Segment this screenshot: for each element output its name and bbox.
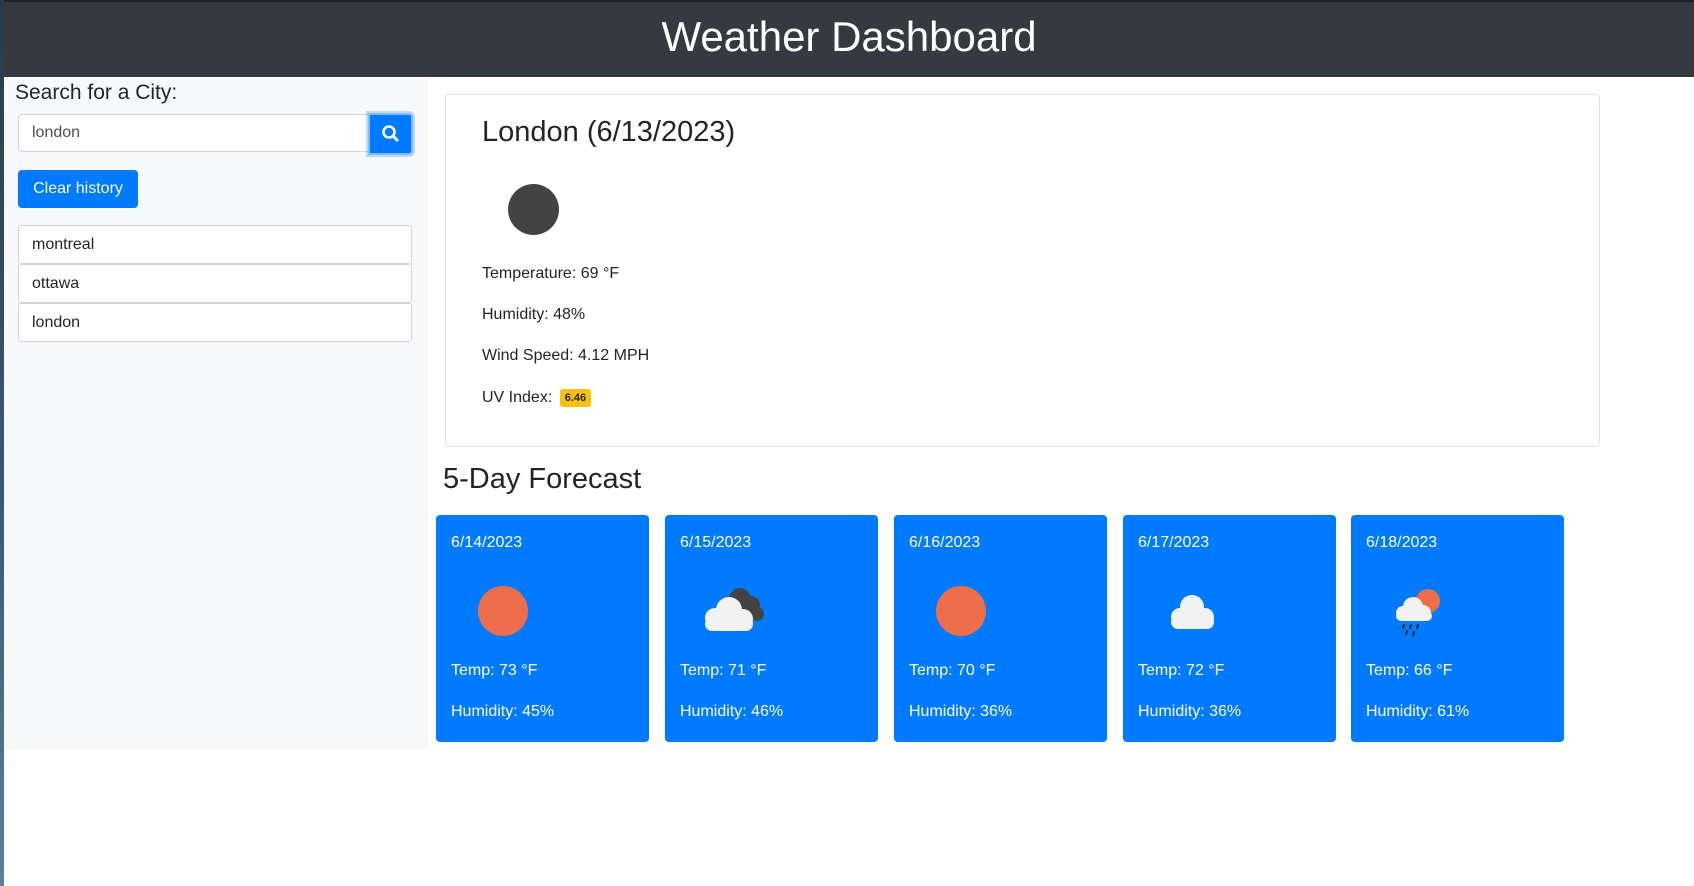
page-title: Weather Dashboard — [4, 12, 1694, 62]
forecast-card: 6/14/2023 Temp: 73 °F Humidity: 45% — [436, 515, 649, 742]
forecast-card: 6/17/2023 Temp: 72 °F Humidity: 36% — [1123, 515, 1336, 742]
forecast-temp: Temp: 71 °F — [680, 661, 766, 681]
history-item[interactable]: london — [18, 303, 412, 342]
forecast-humidity: Humidity: 45% — [451, 702, 554, 722]
search-label: Search for a City: — [15, 80, 177, 106]
forecast-card: 6/16/2023 Temp: 70 °F Humidity: 36% — [894, 515, 1107, 742]
sun-icon — [929, 577, 1005, 641]
forecast-title: 5-Day Forecast — [443, 461, 641, 497]
current-wind-speed: Wind Speed: 4.12 MPH — [482, 346, 649, 366]
forecast-humidity: Humidity: 46% — [680, 702, 783, 722]
search-icon — [370, 115, 411, 153]
current-temperature: Temperature: 69 °F — [482, 264, 619, 284]
search-input[interactable] — [18, 114, 368, 152]
forecast-temp: Temp: 72 °F — [1138, 661, 1224, 681]
page-header: Weather Dashboard — [4, 2, 1694, 77]
moon-icon — [508, 184, 559, 235]
uv-index-badge: 6.46 — [560, 389, 591, 407]
uv-index-label: UV Index: — [482, 389, 552, 406]
forecast-card: 6/18/2023 Temp: 66 °F Humidity: 61% — [1351, 515, 1564, 742]
forecast-date: 6/16/2023 — [909, 533, 980, 553]
forecast-temp: Temp: 70 °F — [909, 661, 995, 681]
forecast-humidity: Humidity: 36% — [1138, 702, 1241, 722]
sun-icon — [471, 577, 547, 641]
cloud-icon — [1158, 577, 1234, 641]
history-item[interactable]: ottawa — [18, 264, 412, 303]
rain-sun-icon — [1386, 577, 1462, 641]
forecast-humidity: Humidity: 36% — [909, 702, 1012, 722]
forecast-temp: Temp: 66 °F — [1366, 661, 1452, 681]
clear-history-button[interactable]: Clear history — [18, 170, 138, 208]
broken-clouds-icon — [693, 577, 769, 641]
current-humidity: Humidity: 48% — [482, 305, 585, 325]
current-city-title: London (6/13/2023) — [482, 114, 735, 150]
forecast-date: 6/18/2023 — [1366, 533, 1437, 553]
search-button[interactable] — [368, 113, 413, 155]
forecast-humidity: Humidity: 61% — [1366, 702, 1469, 722]
forecast-date: 6/14/2023 — [451, 533, 522, 553]
history-item[interactable]: montreal — [18, 225, 412, 264]
forecast-card: 6/15/2023 Temp: 71 °F Humidity: 46% — [665, 515, 878, 742]
forecast-date: 6/17/2023 — [1138, 533, 1209, 553]
forecast-date: 6/15/2023 — [680, 533, 751, 553]
current-uv-index: UV Index: 6.46 — [482, 388, 591, 408]
search-history-list: montreal ottawa london — [18, 225, 412, 342]
forecast-temp: Temp: 73 °F — [451, 661, 537, 681]
